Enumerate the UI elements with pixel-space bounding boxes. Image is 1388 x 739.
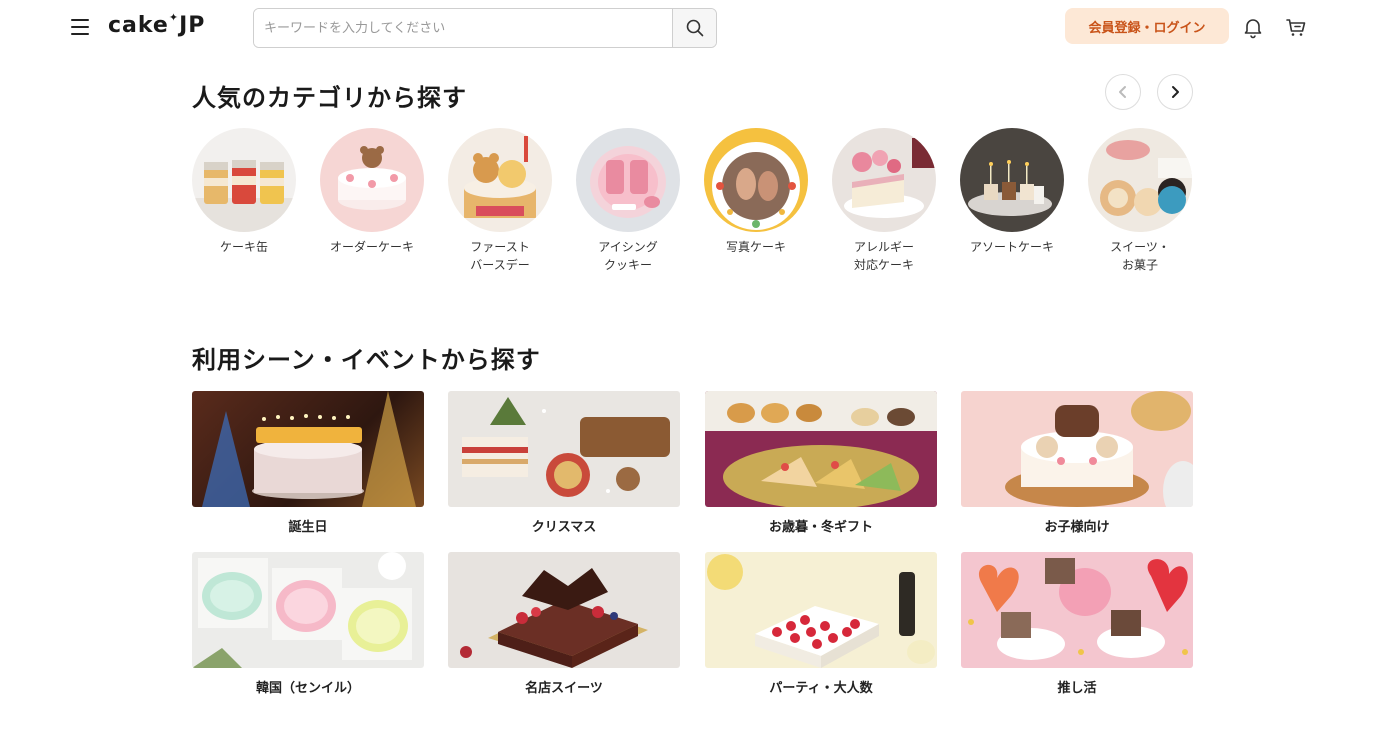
scene-image: [961, 391, 1193, 507]
category-label: アソートケーキ: [969, 240, 1054, 254]
scene-card-birthday[interactable]: 誕生日: [192, 391, 424, 535]
scene-image: [192, 391, 424, 507]
category-item-assorted-cake[interactable]: アソートケーキ: [960, 128, 1064, 256]
scene-label: 誕生日: [288, 520, 328, 535]
scene-image: [448, 391, 680, 507]
category-image: [960, 128, 1064, 232]
search-icon: [686, 19, 703, 37]
carousel-prev-button[interactable]: [1105, 74, 1141, 110]
category-image: [704, 128, 808, 232]
scene-image: [448, 552, 680, 668]
category-label: 写真ケーキ: [725, 240, 786, 254]
carousel-next-button[interactable]: [1157, 74, 1193, 110]
category-item-cake-can[interactable]: ケーキ缶: [192, 128, 296, 256]
category-label: アレルギー 対応ケーキ: [853, 240, 914, 272]
search-input[interactable]: [254, 9, 672, 47]
chevron-left-icon: [1119, 86, 1126, 98]
scene-label: 名店スイーツ: [525, 681, 603, 696]
popular-categories-title: 人気のカテゴリから探す: [192, 84, 467, 112]
category-label: ファースト バースデー: [470, 240, 530, 272]
scene-card-kids[interactable]: お子様向け: [961, 391, 1193, 535]
scene-card-party[interactable]: パーティ・大人数: [705, 552, 937, 696]
scene-label: クリスマス: [531, 520, 597, 535]
category-item-allergy-cake[interactable]: アレルギー 対応ケーキ: [832, 128, 936, 274]
scene-image: [192, 552, 424, 668]
category-item-icing-cookie[interactable]: アイシング クッキー: [576, 128, 680, 274]
scene-image: [705, 391, 937, 507]
scene-image: [705, 552, 937, 668]
scene-label: 推し活: [1057, 681, 1097, 696]
bell-icon[interactable]: [1241, 15, 1265, 39]
search-box: [253, 8, 717, 48]
category-label: オーダーケーキ: [329, 240, 414, 254]
category-item-sweets[interactable]: スイーツ・ お菓子: [1088, 128, 1192, 274]
scene-card-winter-gift[interactable]: お歳暮・冬ギフト: [705, 391, 937, 535]
login-button[interactable]: 会員登録・ログイン: [1065, 8, 1229, 44]
category-item-first-birthday[interactable]: ファースト バースデー: [448, 128, 552, 274]
scene-label: お子様向け: [1044, 520, 1110, 535]
category-image: [320, 128, 424, 232]
category-item-photo-cake[interactable]: 写真ケーキ: [704, 128, 808, 256]
cart-icon[interactable]: [1284, 15, 1308, 39]
category-image: [576, 128, 680, 232]
category-image: [448, 128, 552, 232]
scene-label: お歳暮・冬ギフト: [768, 520, 873, 535]
scene-card-christmas[interactable]: クリスマス: [448, 391, 680, 535]
scene-event-title: 利用シーン・イベントから探す: [192, 346, 541, 374]
site-header: cake✦JP 会員登録・ログイン: [0, 0, 1388, 56]
category-image: [832, 128, 936, 232]
search-button[interactable]: [672, 9, 716, 47]
category-label: アイシング クッキー: [598, 240, 658, 272]
category-image: [192, 128, 296, 232]
scene-card-oshikatsu[interactable]: 推し活: [961, 552, 1193, 696]
scene-card-korean-saengil[interactable]: 韓国（センイル）: [192, 552, 424, 696]
scene-label: パーティ・大人数: [769, 681, 873, 696]
category-image: [1088, 128, 1192, 232]
scene-card-famous-sweets[interactable]: 名店スイーツ: [448, 552, 680, 696]
scene-image: [961, 552, 1193, 668]
category-item-order-cake[interactable]: オーダーケーキ: [320, 128, 424, 256]
chevron-right-icon: [1172, 86, 1179, 98]
hamburger-icon[interactable]: [71, 19, 89, 35]
site-logo[interactable]: cake✦JP: [108, 11, 205, 38]
category-label: スイーツ・ お菓子: [1110, 240, 1170, 272]
scene-label: 韓国（センイル）: [255, 681, 360, 696]
category-label: ケーキ缶: [219, 240, 268, 254]
